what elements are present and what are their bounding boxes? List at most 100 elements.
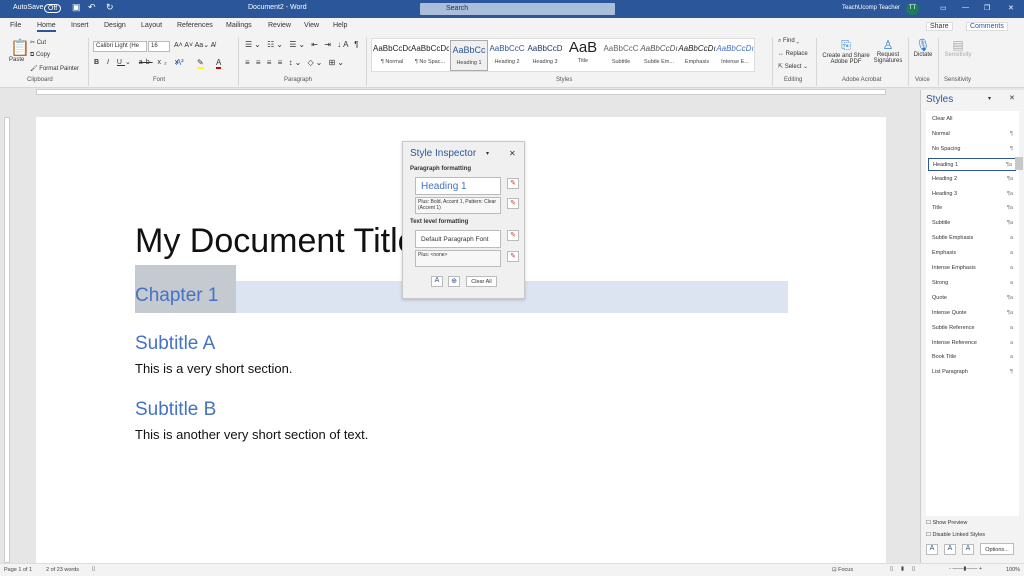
proofing-icon[interactable]: ▯: [92, 566, 95, 572]
tab-file[interactable]: File: [10, 22, 21, 29]
zoom-slider[interactable]: - ——▮—— +: [949, 566, 982, 572]
clear-paragraph-formatting-icon[interactable]: ✎: [507, 198, 519, 209]
style-list-item[interactable]: List Paragraph ¶: [928, 366, 1016, 379]
restore-icon[interactable]: ❐: [984, 4, 990, 12]
close-icon[interactable]: ✕: [1008, 4, 1014, 12]
sensitivity-button[interactable]: ▤ Sensitivity: [940, 38, 976, 58]
format-painter-button[interactable]: 🖌 Format Painter: [30, 65, 79, 72]
reveal-formatting-icon[interactable]: A: [431, 276, 443, 287]
pane-close-icon[interactable]: ✕: [1009, 94, 1015, 102]
tab-insert[interactable]: Insert: [71, 22, 89, 29]
list-buttons[interactable]: ☰⌄ ☷⌄ ☰⌄ ⇤ ⇥ ↓A ¶: [245, 40, 361, 49]
paragraph-style-box[interactable]: Heading 1: [415, 177, 501, 195]
font-grow-shrink-icons[interactable]: A˄ A˅ Aa⌄ A̸: [174, 41, 215, 49]
style-list-item[interactable]: Subtle Reference a: [928, 322, 1016, 335]
style-title[interactable]: AaB Title: [564, 39, 602, 64]
style-list-item[interactable]: Subtle Emphasis a: [928, 232, 1016, 245]
doc-text-b[interactable]: This is another very short section of te…: [135, 427, 368, 442]
dictate-button[interactable]: 🎙 Dictate: [910, 38, 936, 58]
reset-paragraph-style-icon[interactable]: ✎: [507, 178, 519, 189]
font-color-icon[interactable]: A: [216, 58, 222, 69]
style-list-item[interactable]: Intense Quote ¶a: [928, 307, 1016, 320]
select-button[interactable]: ⇱ Select ⌄: [778, 63, 808, 70]
tab-review[interactable]: Review: [268, 22, 291, 29]
pane-menu-icon[interactable]: ▾: [988, 95, 991, 102]
style-list-item[interactable]: Clear All: [928, 113, 1016, 126]
doc-text-a[interactable]: This is a very short section.: [135, 361, 293, 376]
style-heading-3[interactable]: AaBbCcD Heading 3: [526, 44, 564, 65]
style-list-item[interactable]: Heading 2 ¶a: [928, 173, 1016, 186]
style-emphasis[interactable]: AaBbCcDı Emphasis: [678, 44, 716, 65]
font-size-select[interactable]: 16: [148, 41, 170, 52]
manage-styles-button-icon[interactable]: A: [962, 544, 974, 555]
create-pdf-button[interactable]: ⎘ Create and Share Adobe PDF: [820, 38, 872, 65]
replace-button[interactable]: ↔ Replace: [778, 51, 808, 57]
highlight-icon[interactable]: ✎: [197, 58, 204, 69]
style-list-item[interactable]: Quote ¶a: [928, 292, 1016, 305]
word-count[interactable]: 2 of 23 words: [46, 567, 79, 573]
cut-button[interactable]: ✂ Cut: [30, 39, 46, 46]
style-normal[interactable]: AaBbCcDc ¶ Normal: [373, 44, 411, 65]
style-intense-emphasis[interactable]: AaBbCcDı Intense E...: [716, 44, 754, 65]
clear-all-button[interactable]: Clear All: [466, 276, 497, 287]
style-list-item[interactable]: Intense Emphasis a: [928, 262, 1016, 275]
share-button[interactable]: Share: [926, 22, 953, 31]
text-style-box[interactable]: Default Paragraph Font: [415, 230, 501, 248]
find-button[interactable]: ⌕ Find ⌄: [778, 38, 799, 45]
autosave-toggle[interactable]: Off: [44, 4, 62, 13]
style-list-item[interactable]: Book Title a: [928, 351, 1016, 364]
style-heading-2[interactable]: AaBbCcC Heading 2: [488, 44, 526, 65]
tab-mailings[interactable]: Mailings: [226, 22, 252, 29]
tab-home[interactable]: Home: [37, 22, 56, 32]
font-name-select[interactable]: Calibri Light (He: [93, 41, 147, 52]
inspector-menu-icon[interactable]: ▾: [486, 150, 489, 157]
tab-design[interactable]: Design: [104, 22, 126, 29]
tab-references[interactable]: References: [177, 22, 213, 29]
tab-view[interactable]: View: [304, 22, 319, 29]
style-list-item[interactable]: Normal ¶: [928, 128, 1016, 141]
undo-icon[interactable]: ↶: [88, 2, 96, 13]
doc-title[interactable]: My Document Title: [135, 222, 417, 261]
tab-layout[interactable]: Layout: [141, 22, 162, 29]
text-effects-icon[interactable]: A: [176, 58, 181, 67]
scrollbar-thumb[interactable]: [1015, 157, 1023, 170]
style-inspector-button-icon[interactable]: A: [944, 544, 956, 555]
style-subtitle[interactable]: AaBbCcC Subtitle: [602, 44, 640, 65]
show-preview-checkbox[interactable]: ☐ Show Preview: [926, 520, 967, 526]
reset-text-style-icon[interactable]: ✎: [507, 230, 519, 241]
inspector-close-icon[interactable]: ✕: [509, 149, 516, 158]
zoom-level[interactable]: 100%: [1006, 567, 1020, 573]
alignment-buttons[interactable]: ≡ ≡ ≡ ≡ ↕⌄ ◇⌄ ⊞⌄: [245, 58, 346, 67]
style-list-item[interactable]: Subtitle ¶a: [928, 217, 1016, 230]
style-list-item[interactable]: Heading 1 ¶a: [928, 157, 1016, 171]
style-subtle-emphasis[interactable]: AaBbCcDı Subtle Em...: [640, 44, 678, 65]
style-no-spacing[interactable]: AaBbCcDc ¶ No Spac...: [411, 44, 449, 65]
doc-chapter-heading[interactable]: Chapter 1: [135, 285, 218, 307]
options-button[interactable]: Options...: [980, 543, 1014, 555]
style-list-item[interactable]: Strong a: [928, 277, 1016, 290]
new-style-button-icon[interactable]: A: [926, 544, 938, 555]
doc-subtitle-a[interactable]: Subtitle A: [135, 333, 215, 355]
save-icon[interactable]: ▣: [72, 2, 81, 13]
search-box[interactable]: Search: [420, 3, 615, 15]
tab-help[interactable]: Help: [333, 22, 347, 29]
doc-subtitle-b[interactable]: Subtitle B: [135, 399, 216, 421]
minimize-icon[interactable]: —: [962, 4, 969, 11]
paste-icon[interactable]: 📋: [10, 38, 30, 58]
view-buttons[interactable]: ▯▮▯: [890, 566, 923, 572]
font-format-buttons[interactable]: B I U⌄ ab x₂ x²: [94, 58, 187, 66]
redo-icon[interactable]: ↻: [106, 2, 114, 13]
page-count[interactable]: Page 1 of 1: [4, 567, 32, 573]
request-signatures-button[interactable]: ♙ Request Signatures: [872, 38, 904, 64]
style-list-item[interactable]: Intense Reference a: [928, 337, 1016, 350]
style-list-item[interactable]: No Spacing ¶: [928, 143, 1016, 156]
clear-text-formatting-icon[interactable]: ✎: [507, 251, 519, 262]
comments-button[interactable]: Comments: [966, 22, 1008, 31]
copy-button[interactable]: ⧉ Copy: [30, 52, 50, 59]
ribbon-display-icon[interactable]: ▭: [940, 4, 947, 12]
style-list-item[interactable]: Heading 3 ¶a: [928, 188, 1016, 201]
disable-linked-styles-checkbox[interactable]: ☐ Disable Linked Styles: [926, 532, 985, 538]
new-style-icon[interactable]: ⊕: [448, 276, 460, 287]
style-list-item[interactable]: Title ¶a: [928, 202, 1016, 215]
avatar[interactable]: TT: [906, 3, 919, 15]
